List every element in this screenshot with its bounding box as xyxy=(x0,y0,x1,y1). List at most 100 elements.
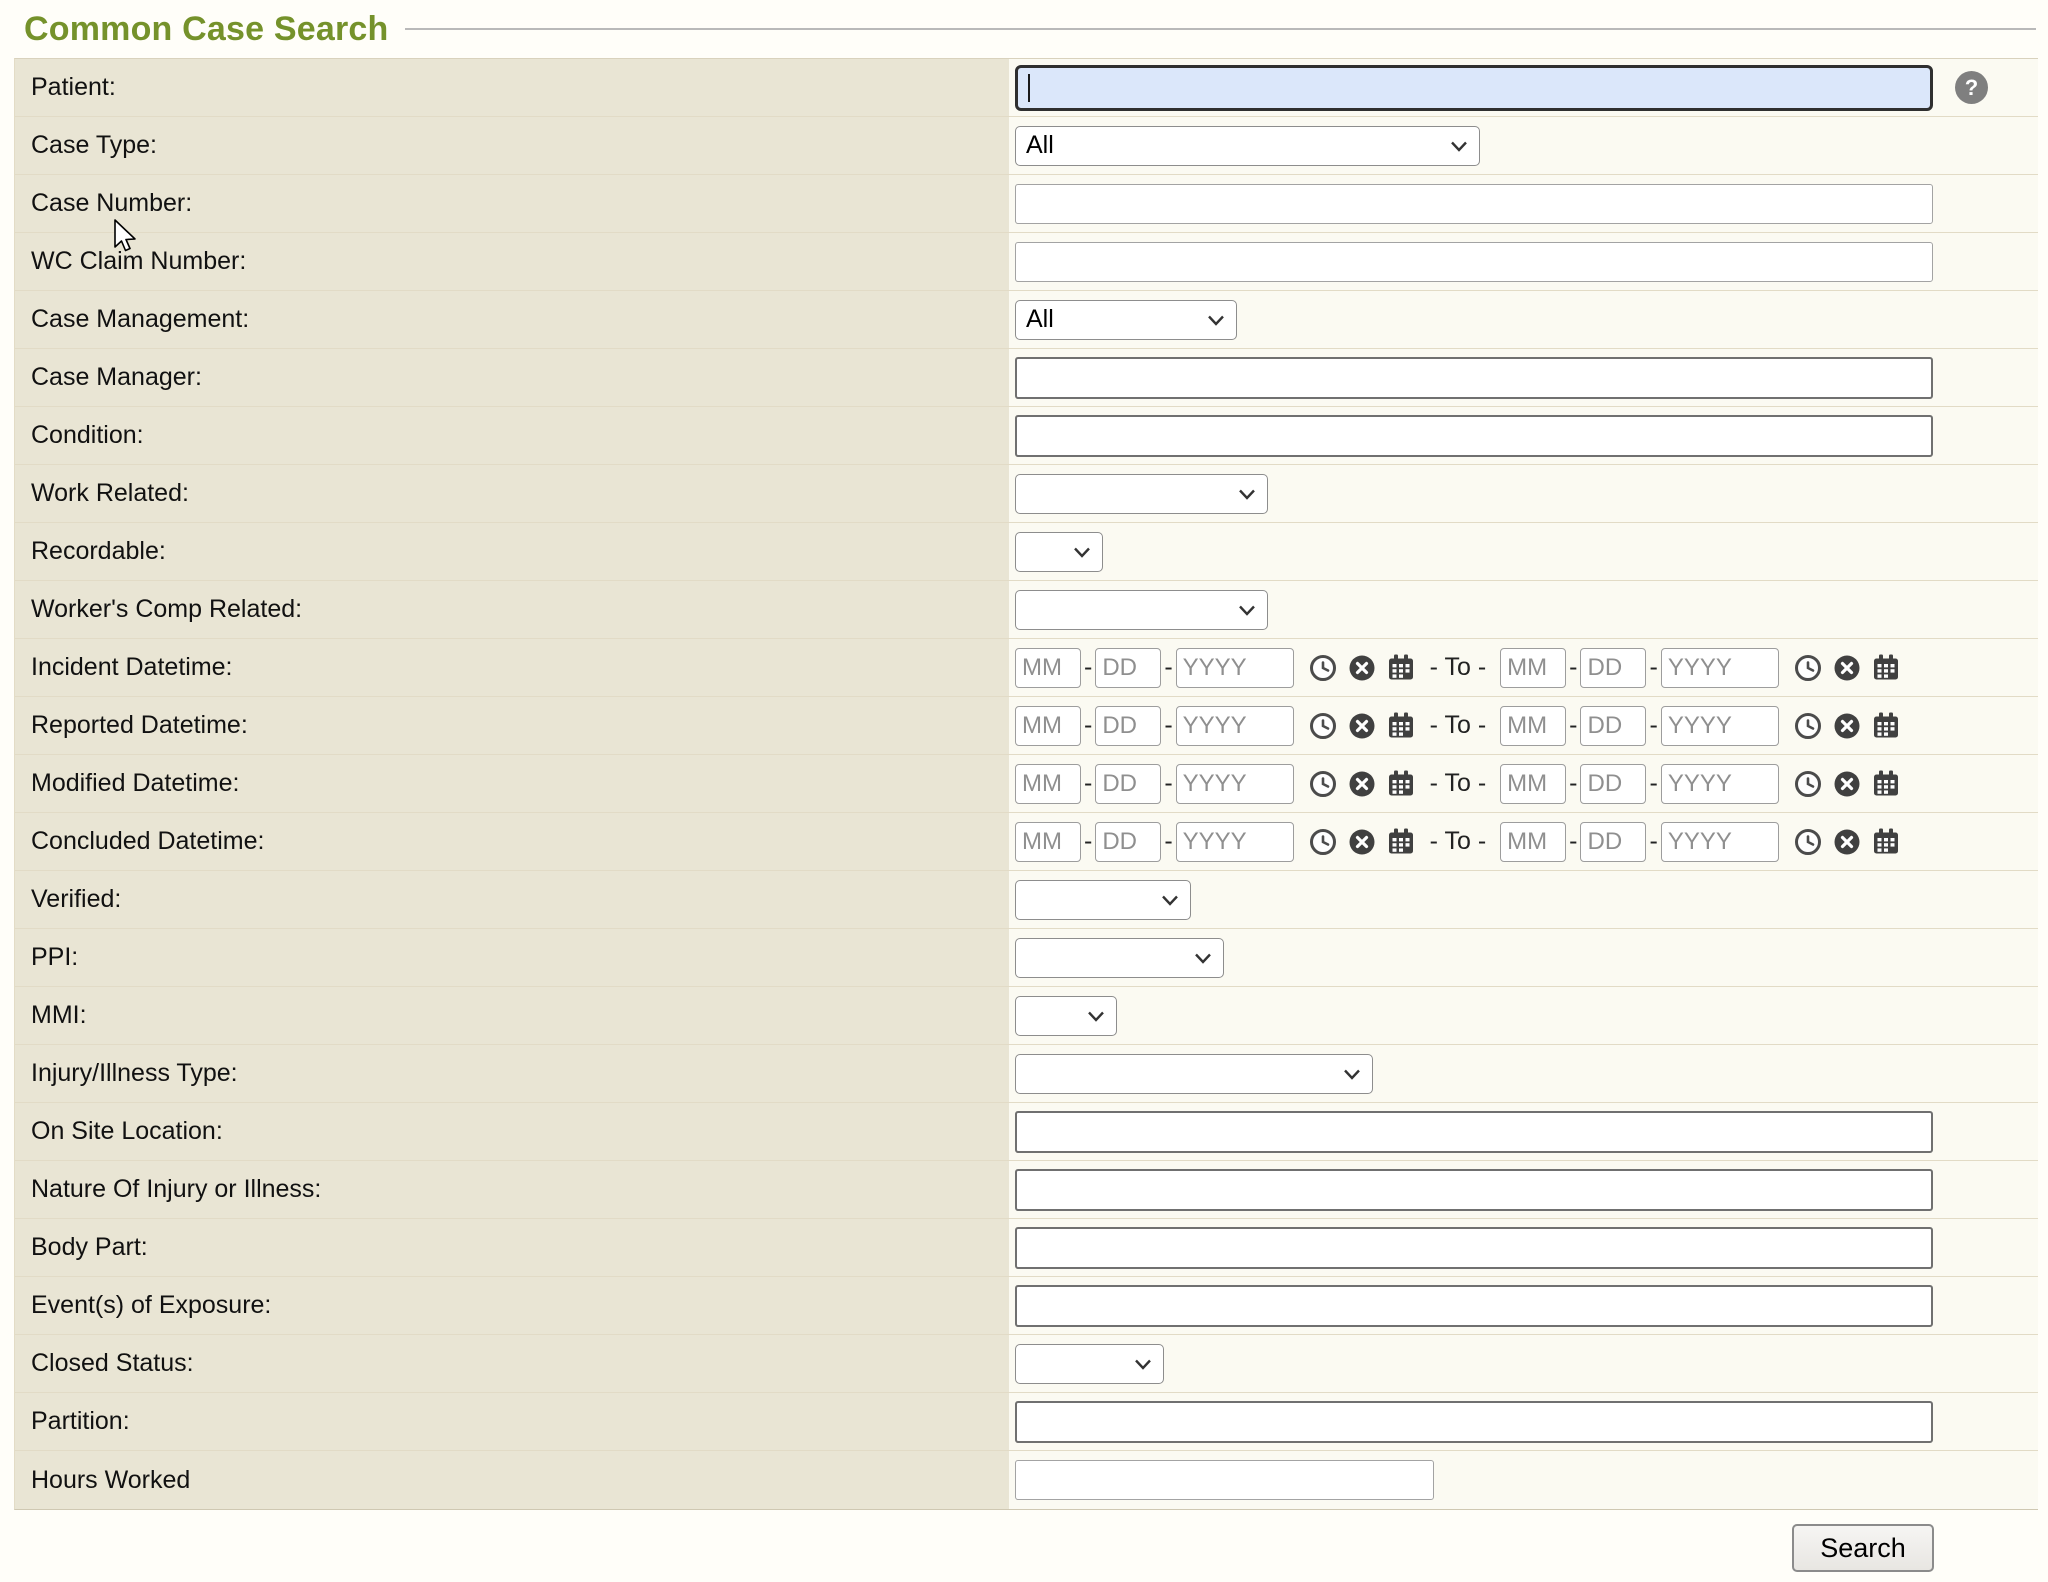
month-input[interactable] xyxy=(1015,822,1081,862)
clear-date-icon[interactable] xyxy=(1347,827,1377,857)
select-value: All xyxy=(1026,305,1054,334)
help-icon[interactable]: ? xyxy=(1955,71,1988,104)
body-part-input[interactable] xyxy=(1015,1227,1933,1269)
day-input[interactable] xyxy=(1580,706,1646,746)
work-related-select[interactable] xyxy=(1015,474,1268,514)
row-wc-claim-number: WC Claim Number: xyxy=(15,233,2038,291)
year-input[interactable] xyxy=(1661,822,1779,862)
label-text: WC Claim Number: xyxy=(31,247,246,276)
calendar-icon[interactable] xyxy=(1871,769,1901,799)
date-field-separator: - xyxy=(1164,653,1172,682)
nature-of-injury-input[interactable] xyxy=(1015,1169,1933,1211)
row-patient: Patient: ? xyxy=(15,59,2038,117)
year-input[interactable] xyxy=(1661,764,1779,804)
hours-worked-input[interactable] xyxy=(1015,1460,1434,1500)
month-input[interactable] xyxy=(1015,764,1081,804)
case-manager-input[interactable] xyxy=(1015,357,1933,399)
month-input[interactable] xyxy=(1015,648,1081,688)
workers-comp-related-select[interactable] xyxy=(1015,590,1268,630)
patient-label: Patient: xyxy=(15,59,1009,116)
year-input[interactable] xyxy=(1661,706,1779,746)
clear-date-icon[interactable] xyxy=(1832,653,1862,683)
year-input[interactable] xyxy=(1176,764,1294,804)
calendar-icon[interactable] xyxy=(1386,653,1416,683)
day-input[interactable] xyxy=(1095,648,1161,688)
date-field-separator: - xyxy=(1569,653,1577,682)
time-picker-icon[interactable] xyxy=(1308,653,1338,683)
day-input[interactable] xyxy=(1580,764,1646,804)
condition-input[interactable] xyxy=(1015,415,1933,457)
case-management-select[interactable]: All xyxy=(1015,300,1237,340)
day-input[interactable] xyxy=(1095,822,1161,862)
mmi-label: MMI: xyxy=(15,987,1009,1044)
on-site-location-label: On Site Location: xyxy=(15,1103,1009,1160)
on-site-location-input[interactable] xyxy=(1015,1111,1933,1153)
year-input[interactable] xyxy=(1176,822,1294,862)
case-number-input[interactable] xyxy=(1015,184,1933,224)
modified-datetime-range: - - - To - - - xyxy=(1009,755,2038,812)
time-picker-icon[interactable] xyxy=(1308,827,1338,857)
mmi-select[interactable] xyxy=(1015,996,1117,1036)
label-text: Body Part: xyxy=(31,1233,148,1262)
case-type-select[interactable]: All xyxy=(1015,126,1480,166)
events-of-exposure-input[interactable] xyxy=(1015,1285,1933,1327)
calendar-icon[interactable] xyxy=(1386,769,1416,799)
ppi-select[interactable] xyxy=(1015,938,1224,978)
label-text: Nature Of Injury or Illness: xyxy=(31,1175,321,1204)
clear-date-icon[interactable] xyxy=(1832,769,1862,799)
label-text: Case Management: xyxy=(31,305,249,334)
verified-label: Verified: xyxy=(15,871,1009,928)
verified-select[interactable] xyxy=(1015,880,1191,920)
chevron-down-icon xyxy=(1446,133,1472,159)
clear-date-icon[interactable] xyxy=(1832,827,1862,857)
month-input[interactable] xyxy=(1015,706,1081,746)
day-input[interactable] xyxy=(1095,706,1161,746)
recordable-select[interactable] xyxy=(1015,532,1103,572)
row-events-of-exposure: Event(s) of Exposure: xyxy=(15,1277,2038,1335)
partition-input[interactable] xyxy=(1015,1401,1933,1443)
calendar-icon[interactable] xyxy=(1386,711,1416,741)
day-input[interactable] xyxy=(1580,648,1646,688)
time-picker-icon[interactable] xyxy=(1793,769,1823,799)
date-group: - - xyxy=(1015,648,1416,688)
range-to-separator: - To - xyxy=(1430,711,1487,740)
year-input[interactable] xyxy=(1176,648,1294,688)
year-input[interactable] xyxy=(1176,706,1294,746)
time-picker-icon[interactable] xyxy=(1308,711,1338,741)
month-input[interactable] xyxy=(1500,648,1566,688)
clear-date-icon[interactable] xyxy=(1832,711,1862,741)
month-input[interactable] xyxy=(1500,706,1566,746)
time-picker-icon[interactable] xyxy=(1793,827,1823,857)
date-field-separator: - xyxy=(1569,769,1577,798)
day-input[interactable] xyxy=(1580,822,1646,862)
label-text: Case Type: xyxy=(31,131,157,160)
date-group: - - xyxy=(1015,764,1416,804)
calendar-icon[interactable] xyxy=(1871,711,1901,741)
closed-status-select[interactable] xyxy=(1015,1344,1164,1384)
month-input[interactable] xyxy=(1500,764,1566,804)
month-input[interactable] xyxy=(1500,822,1566,862)
year-input[interactable] xyxy=(1661,648,1779,688)
time-picker-icon[interactable] xyxy=(1793,653,1823,683)
wc-claim-number-input[interactable] xyxy=(1015,242,1933,282)
condition-label: Condition: xyxy=(15,407,1009,464)
work-related-label: Work Related: xyxy=(15,465,1009,522)
calendar-icon[interactable] xyxy=(1871,827,1901,857)
day-input[interactable] xyxy=(1095,764,1161,804)
time-picker-icon[interactable] xyxy=(1793,711,1823,741)
time-picker-icon[interactable] xyxy=(1308,769,1338,799)
calendar-icon[interactable] xyxy=(1386,827,1416,857)
date-field-separator: - xyxy=(1164,827,1172,856)
chevron-down-icon xyxy=(1083,1003,1109,1029)
search-button[interactable]: Search xyxy=(1792,1524,1934,1572)
page-title: Common Case Search xyxy=(24,10,389,49)
clear-date-icon[interactable] xyxy=(1347,711,1377,741)
injury-illness-type-select[interactable] xyxy=(1015,1054,1373,1094)
reported-datetime-range: - - - To - - - xyxy=(1009,697,2038,754)
clear-date-icon[interactable] xyxy=(1347,653,1377,683)
clear-date-icon[interactable] xyxy=(1347,769,1377,799)
patient-input[interactable] xyxy=(1015,65,1933,111)
row-workers-comp-related: Worker's Comp Related: xyxy=(15,581,2038,639)
calendar-icon[interactable] xyxy=(1871,653,1901,683)
chevron-down-icon xyxy=(1203,307,1229,333)
